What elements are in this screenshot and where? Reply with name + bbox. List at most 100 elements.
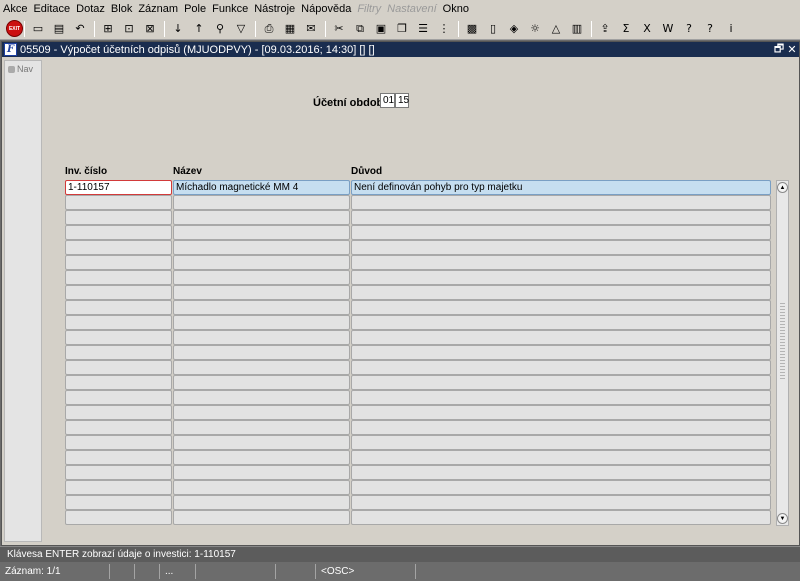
inv-number-cell[interactable]: [65, 465, 172, 480]
sun-icon[interactable]: ☼: [527, 21, 543, 37]
inv-number-cell[interactable]: [65, 225, 172, 240]
execute-query-icon[interactable]: ⊡: [121, 21, 137, 37]
reason-cell[interactable]: [351, 435, 771, 450]
reason-cell[interactable]: [351, 465, 771, 480]
reason-cell[interactable]: [351, 225, 771, 240]
name-cell[interactable]: [173, 345, 350, 360]
name-cell[interactable]: [173, 210, 350, 225]
save-icon[interactable]: ▭: [30, 21, 46, 37]
name-cell[interactable]: [173, 405, 350, 420]
vertical-scrollbar[interactable]: ▲ ▼: [776, 180, 789, 526]
name-cell[interactable]: [173, 360, 350, 375]
name-cell[interactable]: [173, 225, 350, 240]
name-cell[interactable]: [173, 375, 350, 390]
list-icon[interactable]: ☰: [415, 21, 431, 37]
name-cell[interactable]: [173, 285, 350, 300]
scrollbar-thumb[interactable]: [780, 301, 785, 381]
inv-number-cell[interactable]: [65, 255, 172, 270]
exit-button[interactable]: EXIT: [6, 20, 23, 37]
enter-query-icon[interactable]: ⊞: [100, 21, 116, 37]
reason-cell[interactable]: [351, 285, 771, 300]
excel-icon[interactable]: X: [639, 21, 655, 37]
paste-icon[interactable]: ▣: [373, 21, 389, 37]
reason-cell[interactable]: [351, 495, 771, 510]
nav-button[interactable]: Nav: [5, 61, 41, 74]
menu-item-9[interactable]: Filtry: [357, 3, 381, 15]
sum-icon[interactable]: Σ: [618, 21, 634, 37]
reason-cell[interactable]: [351, 210, 771, 225]
name-cell[interactable]: [173, 450, 350, 465]
inv-number-cell[interactable]: [65, 375, 172, 390]
name-cell[interactable]: [173, 330, 350, 345]
menu-item-10[interactable]: Nastavení: [387, 3, 437, 15]
inv-number-cell[interactable]: [65, 510, 172, 525]
undo-icon[interactable]: ↶: [72, 21, 88, 37]
sort-asc-icon[interactable]: ↓: [170, 21, 186, 37]
inv-number-cell[interactable]: [65, 405, 172, 420]
word-icon[interactable]: W: [660, 21, 676, 37]
period-year-field[interactable]: 15: [395, 93, 409, 108]
inv-number-cell[interactable]: [65, 435, 172, 450]
menu-item-11[interactable]: Okno: [443, 3, 469, 15]
inv-number-cell[interactable]: [65, 450, 172, 465]
reason-cell[interactable]: [351, 300, 771, 315]
reason-cell[interactable]: [351, 405, 771, 420]
period-month-field[interactable]: 01: [380, 93, 395, 108]
name-cell[interactable]: [173, 315, 350, 330]
nav-panel[interactable]: Nav: [4, 60, 42, 542]
reason-cell[interactable]: [351, 390, 771, 405]
inv-number-cell[interactable]: [65, 240, 172, 255]
close-icon[interactable]: ✕: [786, 43, 798, 56]
menu-item-4[interactable]: Záznam: [138, 3, 178, 15]
inv-number-cell[interactable]: [65, 285, 172, 300]
export-icon[interactable]: ⇪: [597, 21, 613, 37]
calculator-icon[interactable]: ▩: [464, 21, 480, 37]
reason-cell[interactable]: Není definován pohyb pro typ majetku: [351, 180, 771, 195]
about-icon[interactable]: i: [723, 21, 739, 37]
name-cell[interactable]: [173, 465, 350, 480]
sort-desc-icon[interactable]: ↑: [191, 21, 207, 37]
print-icon[interactable]: ⎙: [261, 21, 277, 37]
name-cell[interactable]: [173, 420, 350, 435]
name-cell[interactable]: [173, 270, 350, 285]
menu-item-6[interactable]: Funkce: [212, 3, 248, 15]
cut-icon[interactable]: ✂: [331, 21, 347, 37]
menu-item-8[interactable]: Nápověda: [301, 3, 351, 15]
reason-cell[interactable]: [351, 360, 771, 375]
name-cell[interactable]: [173, 510, 350, 525]
name-cell[interactable]: [173, 495, 350, 510]
menu-item-7[interactable]: Nástroje: [254, 3, 295, 15]
reason-cell[interactable]: [351, 450, 771, 465]
name-cell[interactable]: [173, 390, 350, 405]
reason-cell[interactable]: [351, 510, 771, 525]
chart-icon[interactable]: ▥: [569, 21, 585, 37]
inv-number-cell[interactable]: [65, 495, 172, 510]
inv-number-cell[interactable]: [65, 390, 172, 405]
copy-icon[interactable]: ⧉: [352, 21, 368, 37]
name-cell[interactable]: [173, 480, 350, 495]
tree-icon[interactable]: ⋮: [436, 21, 452, 37]
scroll-up-icon[interactable]: ▲: [777, 182, 788, 193]
name-cell[interactable]: [173, 435, 350, 450]
restore-icon[interactable]: 🗗: [773, 40, 785, 59]
menu-item-3[interactable]: Blok: [111, 3, 132, 15]
reason-cell[interactable]: [351, 315, 771, 330]
name-cell[interactable]: Míchadlo magnetické MM 4: [173, 180, 350, 195]
inv-number-cell[interactable]: [65, 315, 172, 330]
filter-icon[interactable]: ▽: [233, 21, 249, 37]
inv-number-cell[interactable]: [65, 195, 172, 210]
inv-number-cell[interactable]: [65, 420, 172, 435]
info-icon[interactable]: ?: [702, 21, 718, 37]
print-preview-icon[interactable]: ▤: [51, 21, 67, 37]
reason-cell[interactable]: [351, 420, 771, 435]
menu-item-5[interactable]: Pole: [184, 3, 206, 15]
reason-cell[interactable]: [351, 270, 771, 285]
reason-cell[interactable]: [351, 345, 771, 360]
report-icon[interactable]: ▦: [282, 21, 298, 37]
help-icon[interactable]: ?: [681, 21, 697, 37]
cancel-query-icon[interactable]: ⊠: [142, 21, 158, 37]
search-icon[interactable]: ⚲: [212, 21, 228, 37]
package-icon[interactable]: ◈: [506, 21, 522, 37]
inv-number-cell[interactable]: [65, 210, 172, 225]
document-icon[interactable]: ▯: [485, 21, 501, 37]
